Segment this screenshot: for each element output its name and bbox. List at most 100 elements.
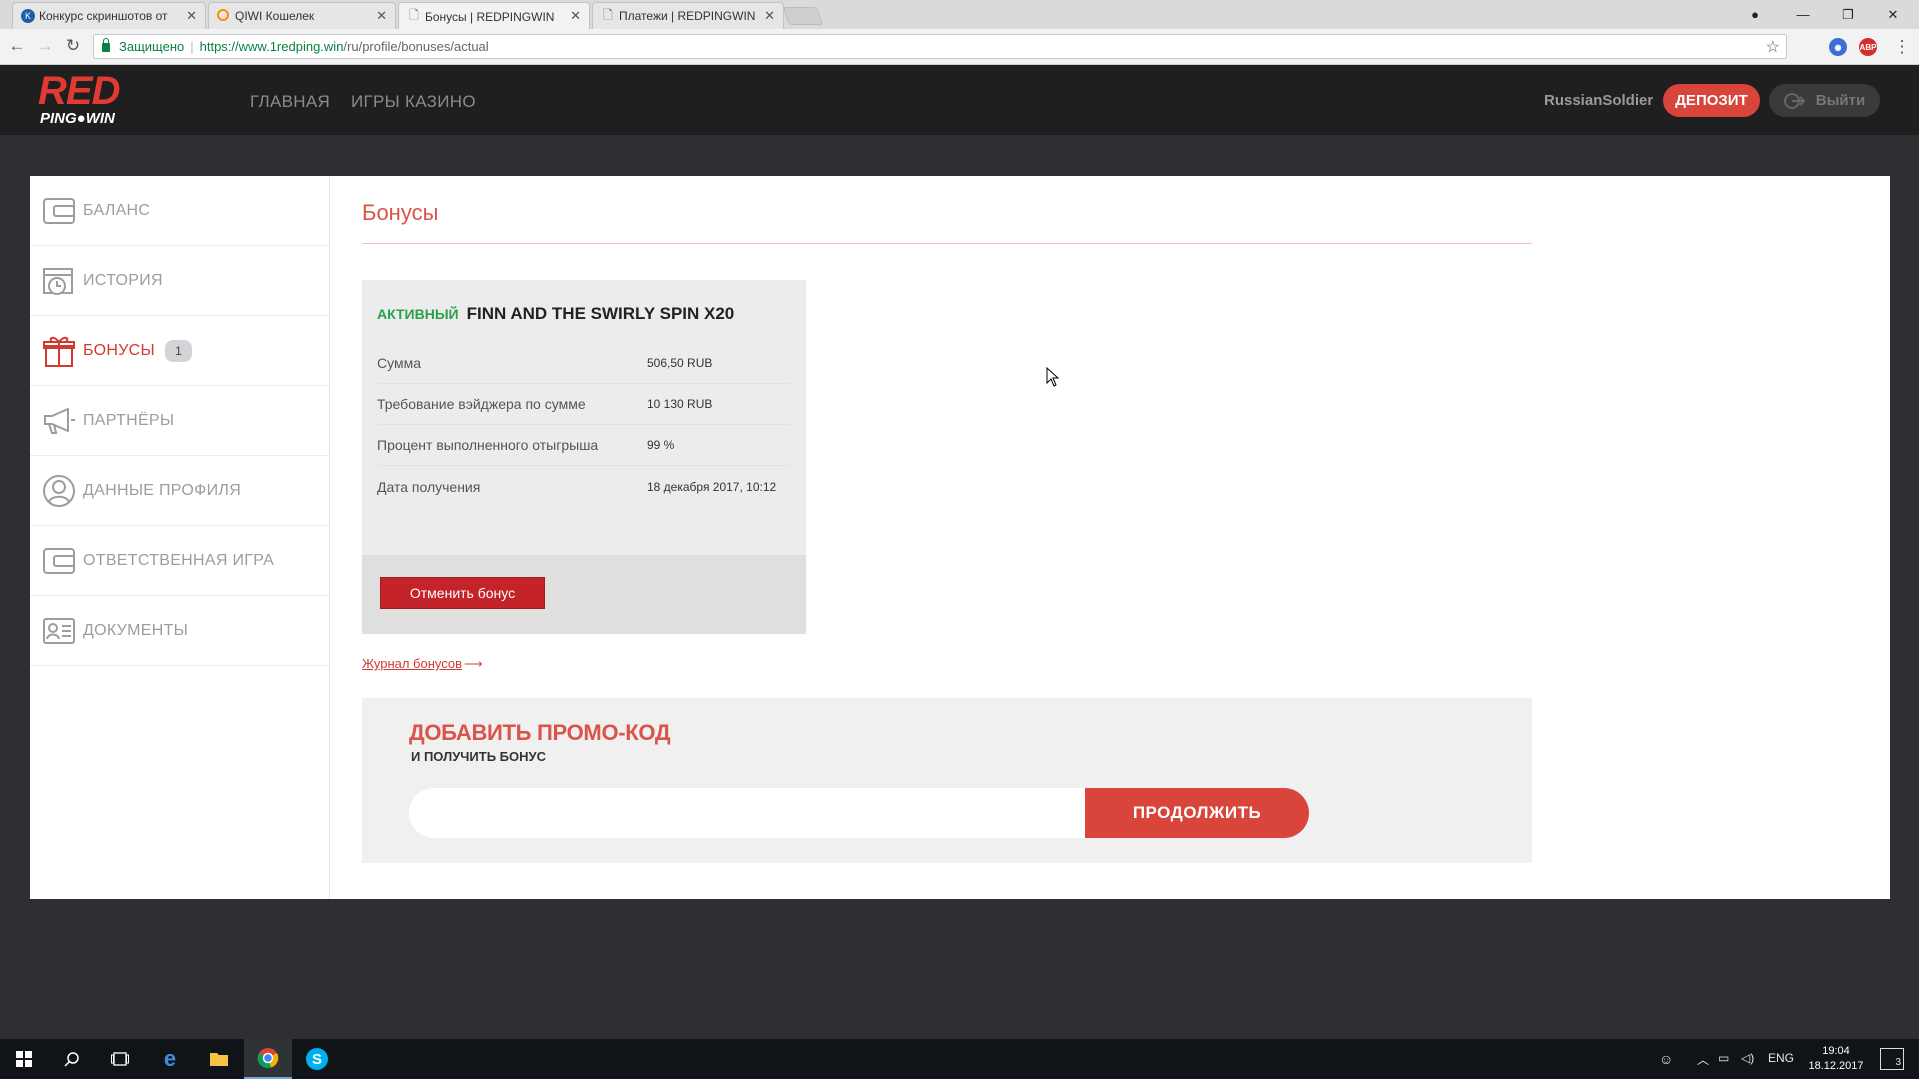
browser-tab[interactable]: QIWI Кошелек ✕	[208, 2, 396, 29]
secure-label: Защищено	[119, 39, 185, 54]
sidebar-item-label: БАЛАНС	[83, 201, 151, 219]
bonus-header: АКТИВНЫЙ FINN AND THE SWIRLY SPIN X20	[377, 304, 734, 324]
user-icon	[41, 473, 77, 509]
lock-icon	[102, 38, 110, 52]
calendar-clock-icon	[41, 263, 77, 299]
tab-label: Конкурс скриншотов от	[39, 9, 168, 23]
cancel-bonus-button[interactable]: Отменить бонус	[380, 577, 545, 609]
detail-value: 506,50 RUB	[647, 356, 713, 370]
username[interactable]: RussianSoldier	[1544, 92, 1653, 109]
promo-subtitle: И ПОЛУЧИТЬ БОНУС	[411, 749, 546, 764]
browser-menu-icon[interactable]: ⋮	[1891, 36, 1913, 58]
people-icon[interactable]: ☺	[1659, 1051, 1673, 1067]
browser-toolbar: ← → ↻ Защищено | https://www.1redping.wi…	[0, 29, 1919, 65]
extension-globe-icon[interactable]: ◉	[1829, 38, 1847, 56]
continue-button[interactable]: ПРОДОЛЖИТЬ	[1085, 788, 1309, 838]
journal-link-label: Журнал бонусов	[362, 656, 463, 671]
sidebar-item-label: ДОКУМЕНТЫ	[83, 621, 189, 639]
action-center-icon[interactable]: 3	[1880, 1048, 1904, 1070]
detail-key: Требование вэйджера по сумме	[377, 396, 586, 412]
detail-value: 99 %	[647, 438, 675, 452]
sidebar-item-balance[interactable]: БАЛАНС	[30, 176, 330, 246]
bonus-detail-row: Требование вэйджера по сумме 10 130 RUB	[377, 384, 791, 425]
detail-key: Дата получения	[377, 478, 481, 495]
bonus-actions: Отменить бонус	[362, 555, 806, 634]
windows-start-icon[interactable]	[0, 1039, 48, 1079]
close-icon[interactable]: ✕	[764, 8, 775, 24]
task-view-icon[interactable]	[96, 1039, 144, 1079]
close-window-button[interactable]: ✕	[1871, 0, 1915, 29]
browser-tab[interactable]: 🗋 Платежи | REDPINGWIN ✕	[592, 2, 784, 29]
close-icon[interactable]: ✕	[186, 8, 197, 24]
arrow-right-icon: ⟶	[464, 656, 483, 671]
nav-main[interactable]: ГЛАВНАЯ	[250, 92, 330, 112]
site-logo[interactable]: RED PING●WIN	[38, 71, 143, 131]
sidebar-item-responsible-gaming[interactable]: ОТВЕТСТВЕННАЯ ИГРА	[30, 526, 330, 596]
language-indicator[interactable]: ENG	[1768, 1051, 1794, 1065]
promo-code-input[interactable]	[409, 788, 1099, 838]
id-card-icon	[41, 613, 77, 649]
logo-pingwin-text: PING●WIN	[40, 110, 115, 127]
restore-button[interactable]: ❐	[1826, 0, 1870, 29]
logout-button[interactable]: Выйти	[1769, 84, 1880, 117]
title-divider	[362, 243, 1532, 244]
logout-label: Выйти	[1815, 92, 1866, 109]
show-hidden-icons-chevron-icon[interactable]: ︿	[1697, 1051, 1709, 1068]
sidebar-item-documents[interactable]: ДОКУМЕНТЫ	[30, 596, 330, 666]
secure-indicator[interactable]: Защищено	[94, 38, 185, 54]
bonus-journal-link[interactable]: Журнал бонусов ⟶	[362, 656, 483, 672]
bookmark-star-icon[interactable]: ☆	[1766, 37, 1780, 57]
page-favicon-icon: 🗋	[409, 7, 419, 22]
deposit-button[interactable]: ДЕПОЗИТ	[1663, 84, 1760, 117]
sidebar-item-partners[interactable]: ПАРТНЁРЫ	[30, 386, 330, 456]
url-path: /ru/profile/bonuses/actual	[343, 39, 489, 54]
detail-value: 10 130 RUB	[647, 397, 713, 411]
promo-title: ДОБАВИТЬ ПРОМО-КОД	[409, 720, 671, 745]
system-clock[interactable]: 19:04 18.12.2017	[1806, 1044, 1866, 1074]
tab-label: Платежи | REDPINGWIN	[619, 9, 756, 23]
browser-tab-active[interactable]: 🗋 Бонусы | REDPINGWIN ✕	[398, 2, 590, 30]
skype-icon[interactable]: S	[293, 1039, 341, 1079]
new-tab-button[interactable]	[782, 7, 824, 25]
sidebar-item-label: ПАРТНЁРЫ	[83, 411, 175, 429]
volume-icon[interactable]: ◁)	[1741, 1051, 1754, 1065]
sidebar-item-label: БОНУСЫ	[83, 341, 156, 359]
windows-taskbar: e S ☺ ︿ ▭ ◁) ENG 19:04 18.12.2017 3	[0, 1039, 1919, 1079]
file-explorer-icon[interactable]	[195, 1039, 243, 1079]
sidebar-item-bonuses[interactable]: БОНУСЫ 1	[30, 316, 330, 386]
forward-arrow-icon[interactable]: →	[34, 35, 56, 57]
logout-icon	[1783, 92, 1806, 109]
minimize-button[interactable]: —	[1781, 0, 1825, 29]
close-icon[interactable]: ✕	[570, 8, 581, 24]
profile-card: БАЛАНС ИСТОРИЯ БОНУСЫ 1 ПАРТНЁРЫ ДАННЫЕ …	[30, 176, 1890, 899]
tab-favicon-icon: K	[21, 9, 35, 23]
sidebar-item-label: ДАННЫЕ ПРОФИЛЯ	[83, 481, 242, 499]
bonus-detail-row: Дата получения 18 декабря 2017, 10:12	[377, 466, 791, 507]
adblock-icon[interactable]: ABP	[1859, 38, 1877, 56]
back-arrow-icon[interactable]: ←	[6, 35, 28, 57]
clock-date: 18.12.2017	[1808, 1060, 1864, 1072]
promo-code-section: ДОБАВИТЬ ПРОМО-КОД И ПОЛУЧИТЬ БОНУС ПРОД…	[362, 698, 1532, 863]
sidebar-item-profile-data[interactable]: ДАННЫЕ ПРОФИЛЯ	[30, 456, 330, 526]
site-header: RED PING●WIN ГЛАВНАЯ ИГРЫ КАЗИНО Russian…	[0, 65, 1919, 135]
nav-casino-games[interactable]: ИГРЫ КАЗИНО	[351, 92, 476, 112]
search-icon[interactable]	[48, 1039, 96, 1079]
megaphone-icon	[41, 403, 77, 439]
sidebar-item-label: ОТВЕТСТВЕННАЯ ИГРА	[83, 551, 275, 569]
clock-time: 19:04	[1822, 1045, 1850, 1057]
bonus-count-badge: 1	[165, 339, 193, 362]
sidebar-item-history[interactable]: ИСТОРИЯ	[30, 246, 330, 316]
notification-count: 3	[1895, 1057, 1901, 1068]
chrome-icon[interactable]	[244, 1039, 292, 1079]
detail-key: Процент выполненного отыгрыша	[377, 437, 599, 453]
browser-tab[interactable]: K Конкурс скриншотов от ✕	[12, 2, 206, 29]
network-icon[interactable]: ▭	[1718, 1051, 1729, 1065]
tab-label: QIWI Кошелек	[235, 9, 315, 23]
active-bonus-card: АКТИВНЫЙ FINN AND THE SWIRLY SPIN X20 Су…	[362, 280, 806, 634]
edge-browser-icon[interactable]: e	[146, 1039, 194, 1079]
profile-icon[interactable]: ●	[1733, 0, 1777, 29]
reload-icon[interactable]: ↻	[62, 35, 84, 57]
wallet-icon	[41, 193, 77, 229]
address-bar[interactable]: Защищено | https://www.1redping.win /ru/…	[93, 34, 1787, 59]
close-icon[interactable]: ✕	[376, 8, 387, 24]
